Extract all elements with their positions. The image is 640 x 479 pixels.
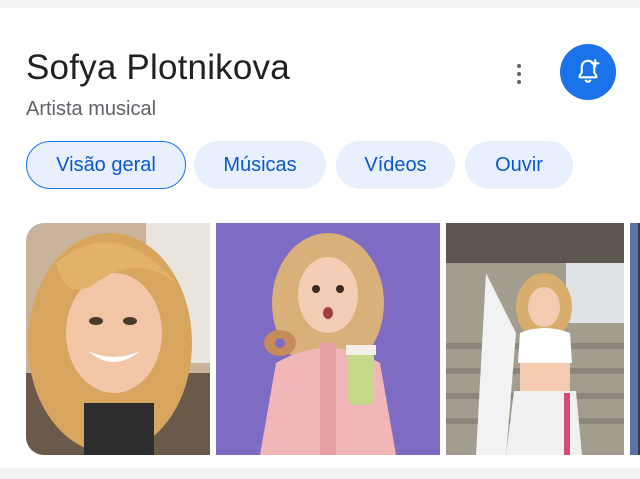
tab-videos[interactable]: Vídeos: [336, 141, 455, 189]
tab-visao-geral[interactable]: Visão geral: [26, 141, 186, 189]
gallery-image[interactable]: [446, 223, 624, 455]
tab-ouvir[interactable]: Ouvir: [465, 141, 573, 189]
more-vert-icon-dot: [517, 80, 521, 84]
gallery-image[interactable]: [216, 223, 440, 455]
tab-musicas[interactable]: Músicas: [194, 141, 326, 189]
entity-subtitle: Artista musical: [26, 98, 157, 120]
more-vert-icon-dot: [517, 72, 521, 76]
gallery-image[interactable]: [26, 223, 210, 455]
knowledge-panel-card: Sofya Plotnikova Artista musical Visão g…: [0, 8, 640, 468]
more-vert-icon: [517, 64, 521, 68]
more-options-button[interactable]: [506, 56, 532, 92]
bell-plus-icon: [578, 59, 600, 83]
entity-title: Sofya Plotnikova: [26, 48, 290, 87]
gallery-image[interactable]: [630, 223, 640, 455]
follow-notification-button[interactable]: [560, 44, 616, 100]
image-gallery: [26, 223, 640, 455]
